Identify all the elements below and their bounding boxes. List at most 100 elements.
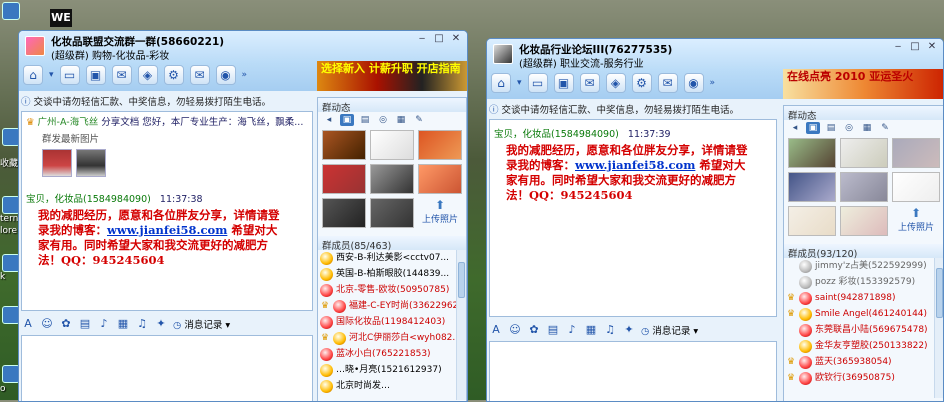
member-scrollbar[interactable] <box>456 250 466 400</box>
we-desktop-icon[interactable]: WE <box>50 9 72 27</box>
message-input[interactable] <box>21 335 313 401</box>
group-photo[interactable] <box>322 164 366 194</box>
member-list[interactable]: 西安-B-利达美影<cctv07... 英国-B-柏斯眼胶(144839... … <box>318 250 466 400</box>
font-icon[interactable]: A <box>489 323 503 337</box>
message-record-button[interactable]: ◷ 消息记录 ▾ <box>641 323 698 337</box>
ad-banner[interactable]: 在线点亮 2010 亚运圣火 <box>783 69 943 99</box>
shake-icon[interactable]: ♪ <box>97 317 111 331</box>
tools-tab-icon[interactable]: ✎ <box>878 122 892 134</box>
more-tools-icon[interactable]: » <box>242 70 248 80</box>
app-icon[interactable]: ◈ <box>137 65 158 85</box>
photo-icon[interactable]: ▣ <box>85 65 106 85</box>
scrollbar-thumb[interactable] <box>458 262 465 298</box>
group-photo[interactable] <box>892 172 940 202</box>
music-icon[interactable]: ♫ <box>603 323 617 337</box>
chat-icon[interactable]: ✉ <box>579 73 600 93</box>
magic-emoji-icon[interactable]: ✿ <box>527 323 541 337</box>
mail-icon[interactable]: ✉ <box>657 73 678 93</box>
member-item[interactable]: 西安-B-利达美影<cctv07... <box>318 250 466 266</box>
share-icon[interactable]: ◉ <box>215 65 236 85</box>
gift-icon[interactable]: ✦ <box>154 317 168 331</box>
folder-icon[interactable]: ▭ <box>527 73 548 93</box>
settings-icon[interactable]: ⚙ <box>631 73 652 93</box>
close-button[interactable]: ✕ <box>449 33 463 45</box>
share-notification[interactable]: ♛ 广州-A-海飞丝 分享文档 您好，本厂专业生产：海飞丝，飘柔... <box>26 114 308 128</box>
minimize-button[interactable]: ‒ <box>415 33 429 45</box>
photo-icon[interactable]: ▣ <box>553 73 574 93</box>
settings-tab-icon[interactable]: ◎ <box>376 114 390 126</box>
image-icon[interactable]: ▦ <box>584 323 598 337</box>
member-item[interactable]: 北京时尚发… <box>318 378 466 394</box>
chat-icon[interactable]: ✉ <box>111 65 132 85</box>
group-photo[interactable] <box>840 206 888 236</box>
member-item[interactable]: …晓•月亮(1521612937) <box>318 362 466 378</box>
group-photo[interactable] <box>788 138 836 168</box>
group-chat-window-2[interactable]: 化妆品行业论坛III(76277535) (超级群) 职业交流-服务行业 ‒ □… <box>486 38 944 402</box>
desktop-app-icon[interactable] <box>2 2 20 20</box>
photos-tab-icon[interactable]: ▣ <box>340 114 354 126</box>
photos-tab-icon[interactable]: ▣ <box>806 122 820 134</box>
group-photo[interactable] <box>788 206 836 236</box>
message-record-button[interactable]: ◷ 消息记录 ▾ <box>173 317 230 331</box>
screenshot-icon[interactable]: ▤ <box>546 323 560 337</box>
minimize-button[interactable]: ‒ <box>891 41 905 53</box>
blog-link[interactable]: www.jianfei58.com <box>107 223 227 237</box>
forum-tab-icon[interactable]: ▦ <box>394 114 408 126</box>
tools-tab-icon[interactable]: ✎ <box>412 114 426 126</box>
member-item[interactable]: 金华友亨塑胶(250133822) <box>784 338 943 354</box>
group-photo[interactable] <box>370 130 414 160</box>
chat-history[interactable]: 宝贝，化妆品(1584984090) 11:37:39 我的减肥经历，愿意和各位… <box>489 119 777 317</box>
member-item[interactable]: ♛ 河北C伊丽莎白<wyh082... <box>318 330 466 346</box>
maximize-button[interactable]: □ <box>908 41 922 53</box>
member-scrollbar[interactable] <box>934 258 943 398</box>
member-item[interactable]: ♛ 福建-C-EY时尚(33622962) <box>318 298 466 314</box>
group-avatar[interactable] <box>493 44 513 64</box>
music-icon[interactable]: ♫ <box>135 317 149 331</box>
upload-photo-button[interactable]: ⬆ 上传照片 <box>418 198 462 228</box>
files-tab-icon[interactable]: ▤ <box>358 114 372 126</box>
share-icon[interactable]: ◉ <box>683 73 704 93</box>
folder-icon[interactable]: ▭ <box>59 65 80 85</box>
shared-image-thumbnail[interactable] <box>76 149 106 177</box>
settings-tab-icon[interactable]: ◎ <box>842 122 856 134</box>
member-list[interactable]: jimmy'z占美(522592999) pozz 彩妆(153392579) … <box>784 258 943 398</box>
shake-icon[interactable]: ♪ <box>565 323 579 337</box>
member-item[interactable]: 英国-B-柏斯眼胶(144839... <box>318 266 466 282</box>
mail-icon[interactable]: ✉ <box>189 65 210 85</box>
settings-icon[interactable]: ⚙ <box>163 65 184 85</box>
back-icon[interactable]: ◂ <box>322 114 336 126</box>
shared-image-thumbnail[interactable] <box>42 149 72 177</box>
app-icon[interactable]: ◈ <box>605 73 626 93</box>
dropdown-arrow-icon[interactable]: ▾ <box>49 70 54 80</box>
member-item[interactable]: ♛ 蓝天(365938054) <box>784 354 943 370</box>
group-photo[interactable] <box>322 198 366 228</box>
group-photo[interactable] <box>322 130 366 160</box>
font-icon[interactable]: A <box>21 317 35 331</box>
title-bar[interactable]: 化妆品行业论坛III(76277535) (超级群) 职业交流-服务行业 ‒ □… <box>487 39 943 99</box>
home-icon[interactable]: ⌂ <box>23 65 43 85</box>
blog-link[interactable]: www.jianfei58.com <box>575 158 695 172</box>
gift-icon[interactable]: ✦ <box>622 323 636 337</box>
group-photo[interactable] <box>840 172 888 202</box>
title-bar[interactable]: 化妆品联盟交流群一群(58660221) (超级群) 购物-化妆品-彩妆 ‒ □… <box>19 31 467 91</box>
group-photo[interactable] <box>370 164 414 194</box>
screenshot-icon[interactable]: ▤ <box>78 317 92 331</box>
files-tab-icon[interactable]: ▤ <box>824 122 838 134</box>
member-item[interactable]: pozz 彩妆(153392579) <box>784 274 943 290</box>
magic-emoji-icon[interactable]: ✿ <box>59 317 73 331</box>
upload-photo-button[interactable]: ⬆ 上传照片 <box>892 206 940 236</box>
forum-tab-icon[interactable]: ▦ <box>860 122 874 134</box>
message-input[interactable] <box>489 341 777 401</box>
dropdown-arrow-icon[interactable]: ▾ <box>517 78 522 88</box>
member-item[interactable]: 东莞联昌小陆(569675478) <box>784 322 943 338</box>
group-avatar[interactable] <box>25 36 45 56</box>
group-photo[interactable] <box>840 138 888 168</box>
image-icon[interactable]: ▦ <box>116 317 130 331</box>
member-item[interactable]: ♛ 欧钦行(36950875) <box>784 370 943 386</box>
group-chat-window-1[interactable]: 化妆品联盟交流群一群(58660221) (超级群) 购物-化妆品-彩妆 ‒ □… <box>18 30 468 402</box>
group-photo[interactable] <box>788 172 836 202</box>
member-item[interactable]: ♛ saint(942871898) <box>784 290 943 306</box>
member-item[interactable]: 蓝冰小白(765221853) <box>318 346 466 362</box>
ad-banner[interactable]: 选择新入 计薪升职 开店指南 <box>317 61 467 91</box>
close-button[interactable]: ✕ <box>925 41 939 53</box>
